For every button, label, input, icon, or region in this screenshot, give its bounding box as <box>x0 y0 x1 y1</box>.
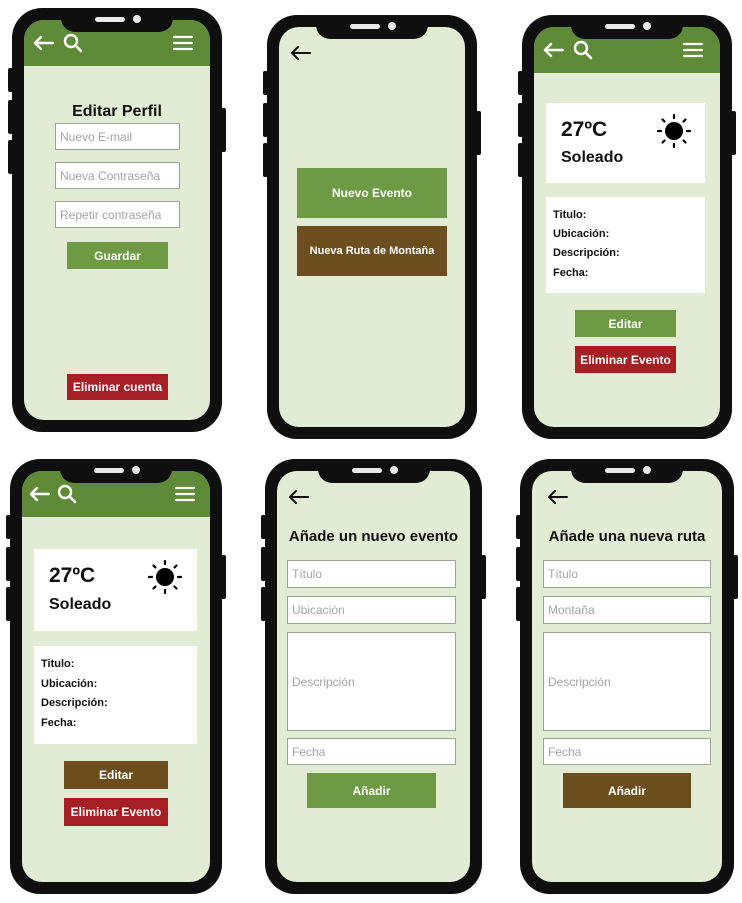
back-arrow-icon[interactable] <box>542 42 564 58</box>
page-title: Añade una nueva ruta <box>548 528 706 545</box>
event-date-label: Fecha: <box>553 267 589 279</box>
screen: 27ºC Soleado Titulo: Ubicación: Descripc… <box>22 471 210 882</box>
delete-event-button[interactable]: Eliminar Evento <box>575 346 676 373</box>
event-description-label: Descripción: <box>553 247 620 259</box>
back-arrow-icon[interactable] <box>546 489 568 505</box>
phone-event-brown: 27ºC Soleado Titulo: Ubicación: Descripc… <box>6 459 226 894</box>
screen: Editar Perfil Nuevo E-mail Nueva Contras… <box>24 20 210 420</box>
phone-new-menu: Nuevo Evento Nueva Ruta de Montaña <box>263 15 481 439</box>
event-info-card: Titulo: Ubicación: Descripción: Fecha: <box>546 197 705 293</box>
phone-add-route: Añade una nueva ruta Título Montaña Desc… <box>516 459 738 894</box>
weather-card: 27ºC Soleado <box>34 549 197 631</box>
sun-icon <box>147 559 183 595</box>
route-title-field[interactable]: Título <box>543 560 711 588</box>
back-arrow-icon[interactable] <box>289 45 311 61</box>
new-mountain-route-button[interactable]: Nueva Ruta de Montaña <box>297 226 447 276</box>
new-event-button[interactable]: Nuevo Evento <box>297 168 447 218</box>
event-info-card: Titulo: Ubicación: Descripción: Fecha: <box>34 646 197 744</box>
delete-event-button[interactable]: Eliminar Evento <box>64 798 168 826</box>
password-field[interactable]: Nueva Contraseña <box>55 162 180 189</box>
page-title: Añade un nuevo evento <box>288 528 459 545</box>
edit-button[interactable]: Editar <box>575 310 676 337</box>
event-title-label: Titulo: <box>41 658 75 670</box>
search-icon[interactable] <box>63 33 83 53</box>
event-date-label: Fecha: <box>41 717 77 729</box>
event-location-label: Ubicación: <box>41 678 98 690</box>
delete-account-button[interactable]: Eliminar cuenta <box>67 374 168 400</box>
add-button[interactable]: Añadir <box>563 773 691 808</box>
page-title: Editar Perfil <box>72 103 162 120</box>
back-arrow-icon[interactable] <box>32 35 54 51</box>
event-date-field[interactable]: Fecha <box>287 738 456 765</box>
event-location-field[interactable]: Ubicación <box>287 596 456 624</box>
email-field[interactable]: Nuevo E-mail <box>55 123 180 150</box>
phone-event-green: 27ºC Soleado Titulo: Ubicación: Descripc… <box>518 15 736 439</box>
add-button[interactable]: Añadir <box>307 773 436 808</box>
back-arrow-icon[interactable] <box>28 486 50 502</box>
screen: Añade una nueva ruta Título Montaña Desc… <box>532 471 722 882</box>
route-description-field[interactable]: Descripción <box>543 632 711 731</box>
event-description-label: Descripción: <box>41 697 108 709</box>
weather-condition: Soleado <box>49 596 112 613</box>
event-description-field[interactable]: Descripción <box>287 632 456 731</box>
screen: 27ºC Soleado Titulo: Ubicación: Descripc… <box>534 27 720 427</box>
temperature: 27ºC <box>561 118 608 141</box>
screen: Nuevo Evento Nueva Ruta de Montaña <box>279 27 465 427</box>
hamburger-menu-icon[interactable] <box>172 35 194 51</box>
event-title-label: Titulo: <box>553 209 587 221</box>
phone-edit-profile: Editar Perfil Nuevo E-mail Nueva Contras… <box>8 8 226 432</box>
weather-card: 27ºC Soleado <box>546 103 705 183</box>
event-location-label: Ubicación: <box>553 228 610 240</box>
sun-icon <box>656 113 692 149</box>
screen: Añade un nuevo evento Título Ubicación D… <box>277 471 470 882</box>
hamburger-menu-icon[interactable] <box>174 486 196 502</box>
search-icon[interactable] <box>573 40 593 60</box>
route-mountain-field[interactable]: Montaña <box>543 596 711 624</box>
save-button[interactable]: Guardar <box>67 242 168 269</box>
hamburger-menu-icon[interactable] <box>682 42 704 58</box>
back-arrow-icon[interactable] <box>287 489 309 505</box>
phone-add-event: Añade un nuevo evento Título Ubicación D… <box>261 459 486 894</box>
edit-button[interactable]: Editar <box>64 761 168 789</box>
repeat-password-field[interactable]: Repetir contraseña <box>55 201 180 228</box>
route-date-field[interactable]: Fecha <box>543 738 711 765</box>
event-title-field[interactable]: Título <box>287 560 456 588</box>
temperature: 27ºC <box>49 564 96 587</box>
weather-condition: Soleado <box>561 149 624 166</box>
search-icon[interactable] <box>57 484 77 504</box>
